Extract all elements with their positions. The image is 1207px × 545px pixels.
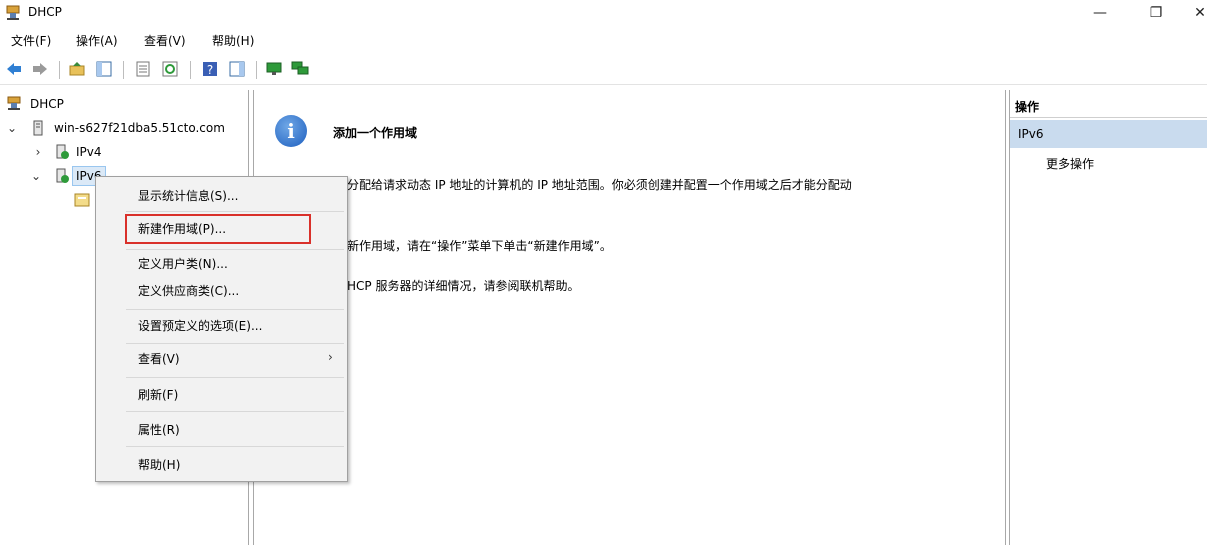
highlight-box	[125, 214, 311, 244]
toolbar-separator	[190, 61, 191, 79]
tree-label-dhcp: DHCP	[30, 97, 64, 111]
dhcp-app-icon	[6, 5, 20, 20]
menu-separator	[126, 249, 344, 250]
svg-text:?: ?	[207, 63, 213, 77]
collapsed-arrow-icon[interactable]: ›	[32, 142, 44, 162]
info-icon: i	[275, 115, 307, 147]
toolbar-separator	[123, 61, 124, 79]
properties-icon[interactable]	[134, 60, 152, 78]
action-pane-header: 操作	[1010, 96, 1207, 118]
help-icon[interactable]: ?	[201, 60, 219, 78]
up-folder-icon[interactable]	[68, 60, 86, 78]
center-text-line2: 新作用域，请在“操作”菜单下单击“新建作用域”。	[347, 239, 612, 253]
toolbar-separator	[59, 61, 60, 79]
center-title: 添加一个作用域	[333, 126, 418, 140]
menu-bar: 文件(F) 操作(A) 查看(V) 帮助(H)	[0, 30, 1207, 52]
menu-help[interactable]: 帮助(H)	[212, 32, 254, 49]
results-pane	[253, 90, 1006, 545]
forward-icon[interactable]	[31, 60, 49, 78]
expand-arrow-icon[interactable]: ⌄	[30, 166, 42, 186]
center-text-line3: HCP 服务器的详细情况，请参阅联机帮助。	[347, 279, 580, 293]
ctx-define-user-class[interactable]: 定义用户类(N)...	[138, 253, 228, 275]
ctx-set-predefined-options[interactable]: 设置预定义的选项(E)...	[138, 315, 262, 337]
ctx-properties[interactable]: 属性(R)	[138, 419, 180, 441]
server-icon	[33, 120, 43, 136]
action-pane-icon[interactable]	[228, 60, 246, 78]
ipv6-icon	[56, 168, 69, 183]
toolbar: ?	[0, 55, 1207, 85]
ctx-define-vendor-class[interactable]: 定义供应商类(C)...	[138, 280, 239, 302]
dhcp-icon	[7, 96, 21, 110]
menu-separator	[126, 211, 344, 212]
menu-separator	[126, 411, 344, 412]
expand-arrow-icon[interactable]: ⌄	[6, 118, 18, 138]
menu-separator	[126, 309, 344, 310]
menu-separator	[126, 446, 344, 447]
show-tree-icon[interactable]	[95, 60, 113, 78]
tree-item-server[interactable]: ⌄ win-s627f21dba5.51cto.com	[4, 118, 248, 138]
menu-action[interactable]: 操作(A)	[76, 32, 118, 49]
maximize-button[interactable]: ❐	[1136, 0, 1176, 28]
tree-item-dhcp[interactable]: DHCP	[4, 94, 204, 114]
title-bar: DHCP — ❐ ✕	[0, 0, 1207, 28]
ctx-show-statistics[interactable]: 显示统计信息(S)...	[138, 185, 238, 207]
ipv4-icon	[56, 144, 69, 159]
close-button[interactable]: ✕	[1180, 0, 1207, 28]
servers-icon[interactable]	[291, 60, 309, 78]
ctx-refresh[interactable]: 刷新(F)	[138, 384, 178, 406]
ctx-help[interactable]: 帮助(H)	[138, 454, 180, 476]
tree-item-ipv4[interactable]: › IPv4	[4, 142, 204, 162]
menu-file[interactable]: 文件(F)	[11, 32, 51, 49]
center-text-line1: 分配给请求动态 IP 地址的计算机的 IP 地址范围。你必须创建并配置一个作用域…	[347, 178, 852, 192]
toolbar-separator	[256, 61, 257, 79]
menu-view[interactable]: 查看(V)	[144, 32, 186, 49]
back-icon[interactable]	[5, 60, 23, 78]
menu-separator	[126, 343, 344, 344]
window-title: DHCP	[28, 5, 62, 19]
minimize-button[interactable]: —	[1080, 0, 1120, 28]
server-options-icon[interactable]	[74, 192, 90, 208]
tree-label-server: win-s627f21dba5.51cto.com	[54, 121, 225, 135]
server-icon[interactable]	[265, 60, 283, 78]
submenu-arrow-icon: ›	[328, 350, 333, 364]
menu-separator	[126, 377, 344, 378]
tree-label-ipv4: IPv4	[76, 145, 102, 159]
action-section-ipv6[interactable]: IPv6	[1010, 120, 1207, 148]
ctx-view[interactable]: 查看(V)	[138, 348, 180, 370]
more-actions-link[interactable]: 更多操作	[1046, 155, 1094, 172]
refresh-icon[interactable]	[161, 60, 179, 78]
action-pane	[1009, 90, 1207, 545]
